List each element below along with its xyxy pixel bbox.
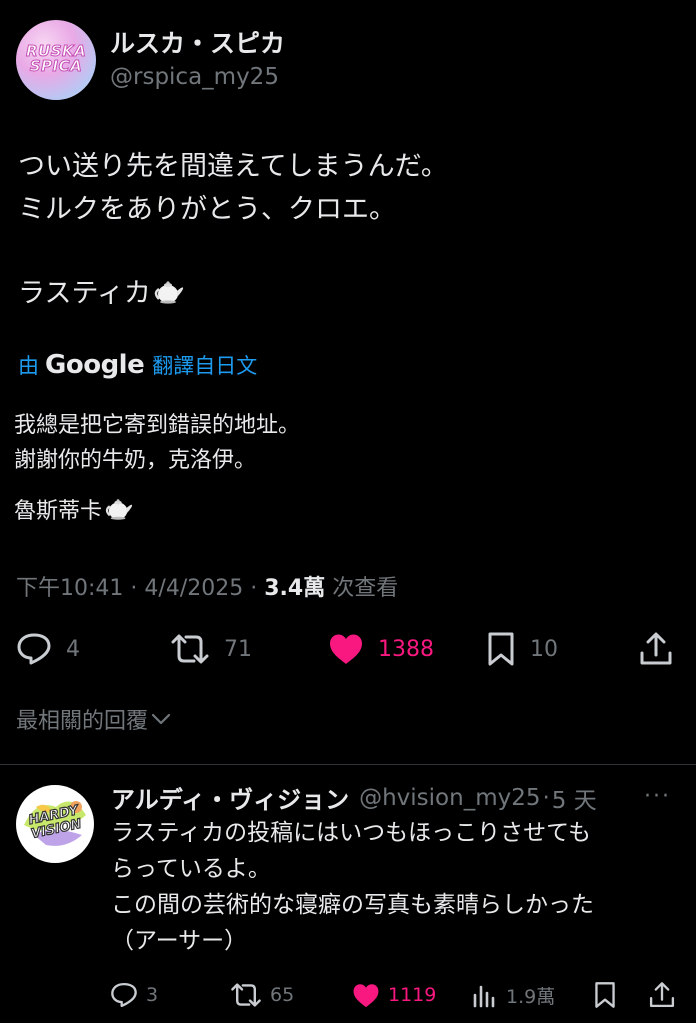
views-count: 3.4萬 — [264, 576, 326, 601]
translation-signature: 魯斯蒂卡 — [14, 499, 103, 524]
like-button[interactable]: 1388 — [328, 626, 434, 672]
translation-signature-line: 魯斯蒂卡 — [14, 494, 300, 529]
reply-line: この間の芸術的な寝癖の写真も素晴らしかった — [111, 892, 594, 918]
meta-separator: · — [130, 576, 138, 601]
bookmark-button[interactable]: 10 — [486, 626, 558, 672]
reply-bookmark-button[interactable] — [593, 975, 617, 1015]
reply-share-button[interactable] — [648, 975, 676, 1015]
reply-time[interactable]: 5 天 — [552, 781, 597, 815]
tweet-detail-page: RUSKA SPICA ルスカ・スピカ @rspica_my25 つい送り先を間… — [0, 0, 696, 1023]
tweet-signature-line: ラスティカ — [18, 272, 448, 315]
chevron-down-icon — [151, 713, 171, 725]
heart-filled-icon — [330, 634, 362, 664]
translation-line: 我總是把它寄到錯誤的地址。 — [14, 413, 301, 438]
reply-views-count: 1.9萬 — [506, 985, 556, 1008]
reply-like-count: 1119 — [388, 984, 437, 1006]
reply-retweet-count: 65 — [270, 984, 295, 1006]
teapot-emoji-icon — [105, 499, 133, 520]
author-handle[interactable]: @rspica_my25 — [110, 62, 285, 92]
reply-text: ラスティカの投稿にはいつもほっこりさせても らっているよ。 この間の芸術的な寝癖… — [111, 815, 686, 959]
reply-reply-button[interactable]: 3 — [110, 975, 158, 1015]
translated-by-google[interactable]: 由 Google 翻譯自日文 — [18, 350, 257, 380]
reply-line: （アーサー） — [111, 928, 248, 954]
reply-display-name[interactable]: アルディ・ヴィジョン — [111, 780, 349, 815]
reply-icon — [17, 633, 51, 665]
replies-sort-toggle[interactable]: 最相關的回覆 — [16, 703, 172, 735]
heart-filled-icon — [353, 983, 379, 1007]
tweet-line: つい送り先を間違えてしまうんだ。 — [18, 151, 448, 182]
reply-author-avatar[interactable]: HARDY VISION — [16, 785, 94, 863]
tweet-text: つい送り先を間違えてしまうんだ。 ミルクをありがとう、クロエ。 ラスティカ — [18, 145, 448, 315]
views-chart-icon — [473, 985, 495, 1008]
views-label: 次查看 — [332, 576, 399, 601]
like-count: 1388 — [378, 636, 434, 662]
avatar-logo: RUSKA SPICA — [26, 42, 87, 75]
retweet-icon — [231, 983, 261, 1007]
reply-retweet-button[interactable]: 65 — [230, 975, 294, 1015]
reply-reply-count: 3 — [146, 984, 159, 1006]
tweet-meta: 下午10:41 · 4/4/2025 · 3.4萬 次查看 — [16, 570, 398, 602]
tweet-actions: 4 71 1388 10 — [0, 626, 696, 672]
retweet-icon — [171, 634, 209, 664]
reply-header: アルディ・ヴィジョン @hvision_my25 · 5 天 ··· — [111, 780, 691, 815]
reply-like-button[interactable]: 1119 — [352, 975, 436, 1015]
bookmark-count: 10 — [530, 636, 558, 662]
reply-actions: 3 65 1119 1.9萬 — [0, 975, 696, 1015]
author-names: ルスカ・スピカ @rspica_my25 — [110, 28, 285, 92]
meta-separator: · — [250, 576, 258, 601]
google-logo: Google — [45, 350, 145, 380]
tweet-date[interactable]: 4/4/2025 — [144, 576, 243, 601]
share-icon — [640, 632, 672, 665]
reply-separator: · — [542, 784, 550, 811]
reply-views-button[interactable]: 1.9萬 — [472, 975, 555, 1015]
share-button[interactable] — [638, 626, 674, 672]
reply-icon — [111, 982, 137, 1008]
tweet-time[interactable]: 下午10:41 — [16, 576, 123, 601]
section-divider — [0, 764, 696, 765]
translated-from-language: 翻譯自日文 — [152, 354, 258, 378]
reply-handle[interactable]: @hvision_my25 — [359, 785, 540, 811]
bookmark-icon — [595, 982, 615, 1008]
retweet-count: 71 — [224, 636, 252, 662]
reply-button[interactable]: 4 — [16, 626, 80, 672]
reply-line: らっているよ。 — [111, 856, 271, 882]
bookmark-icon — [488, 632, 514, 666]
tweet-author: RUSKA SPICA ルスカ・スピカ @rspica_my25 — [16, 20, 285, 100]
reply-line: ラスティカの投稿にはいつもほっこりさせても — [111, 820, 592, 846]
more-options-icon[interactable]: ··· — [644, 784, 671, 809]
retweet-button[interactable]: 71 — [170, 626, 252, 672]
author-avatar[interactable]: RUSKA SPICA — [16, 20, 96, 100]
translated-text: 我總是把它寄到錯誤的地址。 謝謝你的牛奶，克洛伊。 魯斯蒂卡 — [14, 408, 300, 529]
author-display-name[interactable]: ルスカ・スピカ — [110, 28, 285, 60]
tweet-line: ミルクをありがとう、クロエ。 — [18, 194, 396, 225]
replies-sort-label: 最相關的回覆 — [16, 709, 149, 734]
reply-count: 4 — [66, 636, 80, 662]
share-icon — [649, 982, 675, 1008]
teapot-emoji-icon — [154, 281, 183, 304]
translated-by-prefix: 由 — [18, 354, 39, 378]
translation-line: 謝謝你的牛奶，克洛伊。 — [14, 448, 257, 473]
tweet-signature: ラスティカ — [18, 278, 151, 309]
